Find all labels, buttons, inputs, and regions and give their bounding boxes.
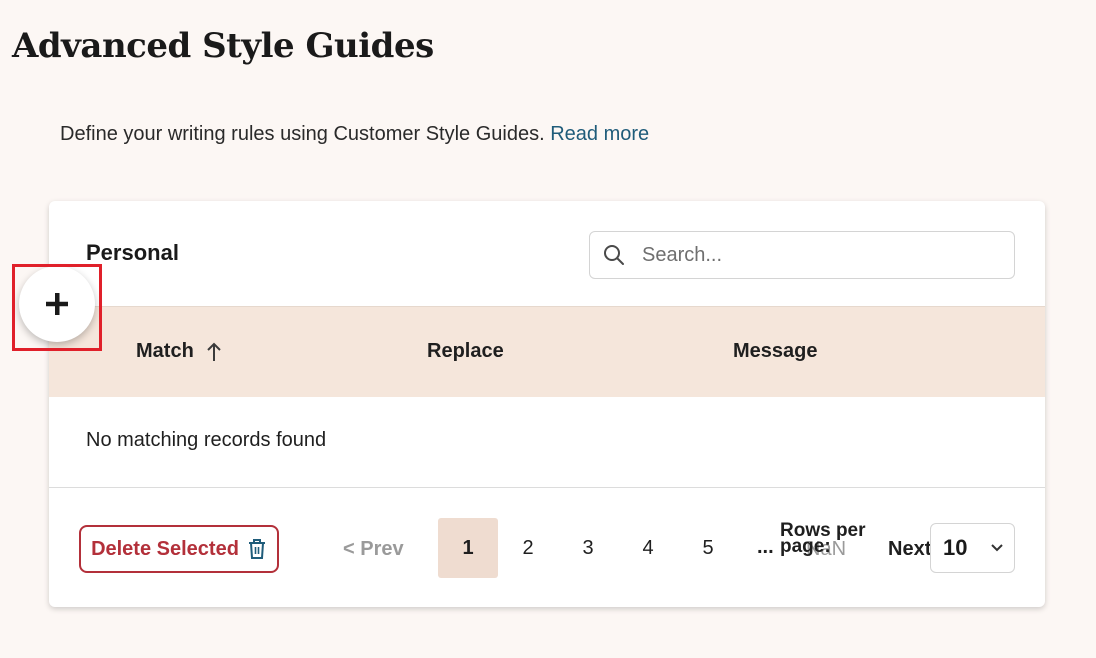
page-button-5[interactable]: 5	[678, 518, 738, 578]
search-input[interactable]: Search...	[589, 231, 1015, 279]
chevron-down-icon	[991, 544, 1003, 552]
page-button-4[interactable]: 4	[618, 518, 678, 578]
pagination-ellipsis: ...	[757, 536, 774, 558]
table-footer: Delete Selected < Prev 1 2 3 4 5 ... NaN…	[49, 488, 1045, 607]
rows-per-page-value: 10	[943, 535, 968, 560]
empty-table-row: No matching records found	[49, 397, 1045, 488]
delete-selected-button[interactable]: Delete Selected	[79, 525, 279, 573]
delete-selected-label: Delete Selected	[91, 537, 239, 560]
page-button-1[interactable]: 1	[438, 518, 498, 578]
highlight-box	[12, 264, 102, 351]
empty-message: No matching records found	[86, 429, 327, 451]
column-header-match[interactable]: Match	[136, 340, 222, 363]
read-more-link[interactable]: Read more	[550, 123, 649, 145]
search-icon	[604, 245, 624, 265]
card-title: Personal	[86, 240, 179, 265]
intro-text-line: Define your writing rules using Customer…	[60, 123, 649, 146]
page-title: Advanced Style Guides	[12, 26, 434, 66]
rows-per-page-select[interactable]: 10	[930, 523, 1015, 573]
search-placeholder: Search...	[642, 243, 723, 266]
sort-ascending-icon	[207, 342, 221, 361]
page-button-3[interactable]: 3	[558, 518, 618, 578]
page-button-2[interactable]: 2	[498, 518, 558, 578]
column-header-message[interactable]: Message	[733, 340, 818, 363]
prev-page-button[interactable]: < Prev	[343, 538, 404, 561]
table-header: Match Replace Message	[49, 306, 1045, 397]
trash-icon	[248, 539, 265, 559]
column-label-match: Match	[136, 340, 194, 362]
style-guide-card: Personal Search... Match Replace Message…	[49, 201, 1045, 607]
column-header-replace[interactable]: Replace	[427, 340, 504, 363]
intro-text: Define your writing rules using Customer…	[60, 123, 545, 145]
rows-per-page-label: Rows per page:	[780, 520, 866, 557]
pagination: 1 2 3 4 5	[438, 518, 738, 578]
next-page-button[interactable]: Next	[888, 538, 930, 561]
